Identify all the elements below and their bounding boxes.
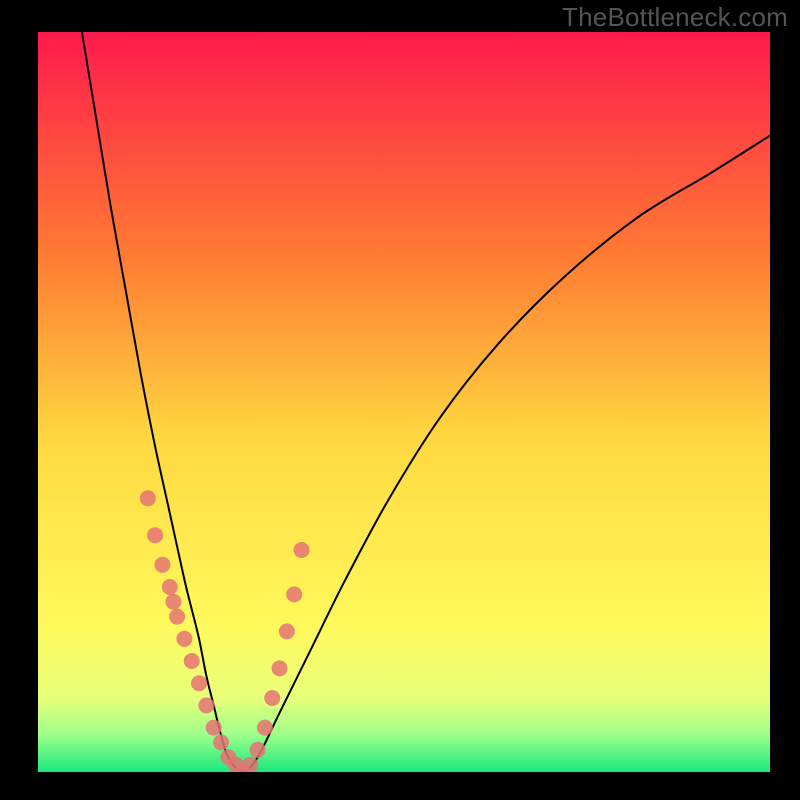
sample-point: [213, 734, 229, 750]
sample-point: [140, 490, 156, 506]
sample-point: [250, 742, 266, 758]
sample-point: [206, 720, 222, 736]
sample-point: [272, 660, 288, 676]
sample-point: [165, 594, 181, 610]
sample-point: [279, 623, 295, 639]
sample-point: [286, 586, 302, 602]
chart-svg: [38, 32, 770, 772]
sample-point: [242, 757, 258, 772]
sample-point: [162, 579, 178, 595]
sample-point: [198, 697, 214, 713]
sample-point: [184, 653, 200, 669]
watermark-label: TheBottleneck.com: [562, 2, 788, 33]
chart-frame: TheBottleneck.com: [0, 0, 800, 800]
sample-point: [294, 542, 310, 558]
plot-background: [38, 32, 770, 772]
sample-point: [257, 720, 273, 736]
sample-point: [176, 631, 192, 647]
sample-point: [191, 675, 207, 691]
sample-point: [264, 690, 280, 706]
sample-point: [169, 609, 185, 625]
sample-point: [154, 557, 170, 573]
plot-area: [38, 32, 770, 772]
sample-point: [147, 527, 163, 543]
